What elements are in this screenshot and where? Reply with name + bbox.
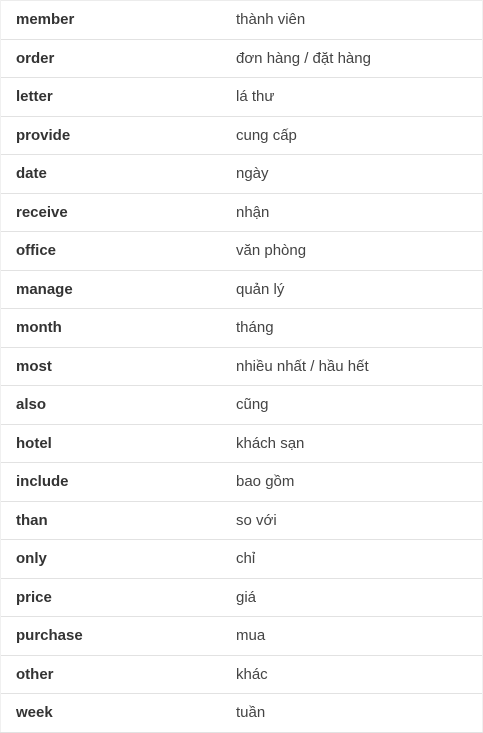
word-cell: also xyxy=(0,385,220,425)
meaning-cell: nhận xyxy=(220,193,483,232)
vocabulary-table: member thành viên order đơn hàng / đặt h… xyxy=(0,0,483,733)
meaning-cell: tháng xyxy=(220,308,483,348)
table-row: order đơn hàng / đặt hàng xyxy=(0,39,483,78)
word-cell: than xyxy=(0,501,220,540)
meaning-cell: cung cấp xyxy=(220,116,483,155)
word-cell: week xyxy=(0,693,220,733)
table-row: week tuần xyxy=(0,693,483,733)
word-cell: include xyxy=(0,462,220,502)
word-cell: provide xyxy=(0,116,220,155)
word-cell: date xyxy=(0,154,220,194)
vocabulary-table-body: member thành viên order đơn hàng / đặt h… xyxy=(0,0,483,733)
word-cell: member xyxy=(0,0,220,40)
table-row: also cũng xyxy=(0,385,483,425)
word-cell: manage xyxy=(0,270,220,309)
word-cell: receive xyxy=(0,193,220,232)
table-row: receive nhận xyxy=(0,193,483,232)
word-cell: other xyxy=(0,655,220,694)
table-row: price giá xyxy=(0,578,483,617)
meaning-cell: thành viên xyxy=(220,0,483,40)
meaning-cell: khác xyxy=(220,655,483,694)
meaning-cell: văn phòng xyxy=(220,231,483,271)
meaning-cell: giá xyxy=(220,578,483,617)
table-row: letter lá thư xyxy=(0,77,483,117)
meaning-cell: tuần xyxy=(220,693,483,733)
table-row: only chỉ xyxy=(0,539,483,579)
table-row: most nhiều nhất / hầu hết xyxy=(0,347,483,386)
table-row: office văn phòng xyxy=(0,231,483,271)
table-row: date ngày xyxy=(0,154,483,194)
word-cell: letter xyxy=(0,77,220,117)
table-row: other khác xyxy=(0,655,483,694)
meaning-cell: mua xyxy=(220,616,483,656)
table-row: month tháng xyxy=(0,308,483,348)
meaning-cell: nhiều nhất / hầu hết xyxy=(220,347,483,386)
meaning-cell: quản lý xyxy=(220,270,483,309)
table-row: purchase mua xyxy=(0,616,483,656)
meaning-cell: lá thư xyxy=(220,77,483,117)
table-row: hotel khách sạn xyxy=(0,424,483,463)
word-cell: month xyxy=(0,308,220,348)
meaning-cell: so với xyxy=(220,501,483,540)
meaning-cell: khách sạn xyxy=(220,424,483,463)
table-row: than so với xyxy=(0,501,483,540)
meaning-cell: ngày xyxy=(220,154,483,194)
table-row: provide cung cấp xyxy=(0,116,483,155)
table-row: member thành viên xyxy=(0,0,483,40)
table-row: manage quản lý xyxy=(0,270,483,309)
meaning-cell: đơn hàng / đặt hàng xyxy=(220,39,483,78)
meaning-cell: bao gồm xyxy=(220,462,483,502)
meaning-cell: chỉ xyxy=(220,539,483,579)
table-row: include bao gồm xyxy=(0,462,483,502)
word-cell: order xyxy=(0,39,220,78)
word-cell: most xyxy=(0,347,220,386)
word-cell: only xyxy=(0,539,220,579)
word-cell: hotel xyxy=(0,424,220,463)
word-cell: price xyxy=(0,578,220,617)
word-cell: office xyxy=(0,231,220,271)
meaning-cell: cũng xyxy=(220,385,483,425)
word-cell: purchase xyxy=(0,616,220,656)
table-left-edge xyxy=(0,0,1,732)
